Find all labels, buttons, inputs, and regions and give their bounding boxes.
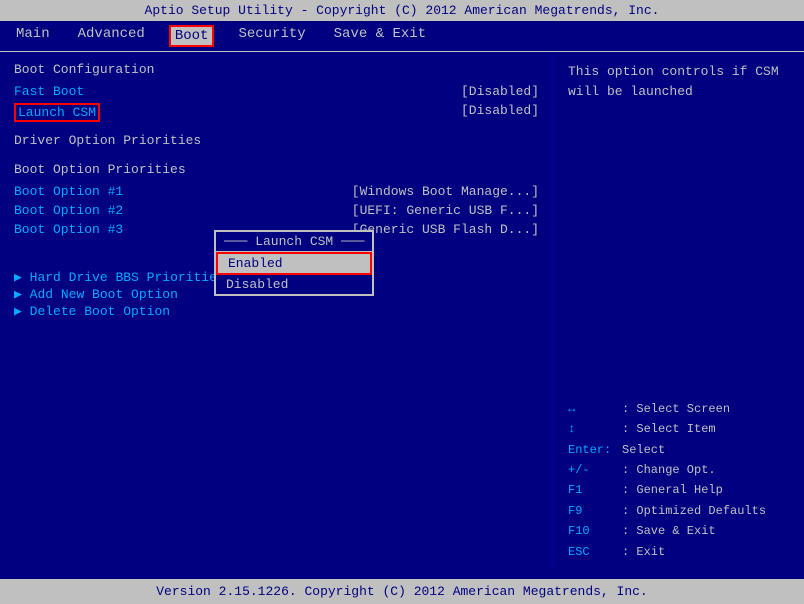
key-desc-change-opt: : Change Opt. xyxy=(622,460,716,480)
key-desc-enter: Select xyxy=(622,440,665,460)
key-f10: F10 : Save & Exit xyxy=(568,521,790,541)
boot-priorities-title: Boot Option Priorities xyxy=(14,162,539,177)
boot-option-1-label: Boot Option #1 xyxy=(14,184,123,199)
key-change-opt: +/- : Change Opt. xyxy=(568,460,790,480)
boot-option-2-row: Boot Option #2 [UEFI: Generic USB F...] xyxy=(14,202,539,219)
menu-item-advanced[interactable]: Advanced xyxy=(74,25,149,47)
boot-option-2-label: Boot Option #2 xyxy=(14,203,123,218)
popup-option-disabled[interactable]: Disabled xyxy=(216,275,372,294)
key-sym-arrows: ↔ xyxy=(568,399,618,419)
key-esc: ESC : Exit xyxy=(568,542,790,562)
key-sym-esc: ESC xyxy=(568,542,618,562)
delete-boot-item[interactable]: Delete Boot Option xyxy=(14,304,539,319)
key-desc-esc: : Exit xyxy=(622,542,665,562)
boot-option-1-row: Boot Option #1 [Windows Boot Manage...] xyxy=(14,183,539,200)
fast-boot-label: Fast Boot xyxy=(14,84,84,99)
key-sym-plusminus: +/- xyxy=(568,460,618,480)
main-content: Boot Configuration Fast Boot [Disabled] … xyxy=(0,52,804,572)
popup-option-enabled[interactable]: Enabled xyxy=(216,252,372,275)
key-f9: F9 : Optimized Defaults xyxy=(568,501,790,521)
key-select-screen: ↔ : Select Screen xyxy=(568,399,790,419)
launch-csm-value: [Disabled] xyxy=(461,103,539,122)
menu-item-main[interactable]: Main xyxy=(12,25,54,47)
boot-option-3-value: [Generic USB Flash D...] xyxy=(352,222,539,237)
title-bar: Aptio Setup Utility - Copyright (C) 2012… xyxy=(0,0,804,21)
key-sym-f9: F9 xyxy=(568,501,618,521)
key-enter: Enter: Select xyxy=(568,440,790,460)
menu-item-save---exit[interactable]: Save & Exit xyxy=(330,25,430,47)
fast-boot-value: [Disabled] xyxy=(461,84,539,99)
boot-option-1-value: [Windows Boot Manage...] xyxy=(352,184,539,199)
boot-option-3-label: Boot Option #3 xyxy=(14,222,123,237)
key-desc-f10: : Save & Exit xyxy=(622,521,716,541)
key-sym-f10: F10 xyxy=(568,521,618,541)
driver-priorities-title: Driver Option Priorities xyxy=(14,133,539,148)
help-text: This option controls if CSM will be laun… xyxy=(568,62,790,101)
key-desc-f1: : General Help xyxy=(622,480,723,500)
key-legend: ↔ : Select Screen ↕ : Select Item Enter:… xyxy=(568,399,790,562)
key-desc-f9: : Optimized Defaults xyxy=(622,501,766,521)
boot-config-title: Boot Configuration xyxy=(14,62,539,77)
left-panel: Boot Configuration Fast Boot [Disabled] … xyxy=(0,52,554,572)
key-desc-select-screen: : Select Screen xyxy=(622,399,730,419)
launch-csm-popup: ─── Launch CSM ─── Enabled Disabled xyxy=(214,230,374,296)
footer-text: Version 2.15.1226. Copyright (C) 2012 Am… xyxy=(156,584,647,599)
title-text: Aptio Setup Utility - Copyright (C) 2012… xyxy=(145,3,660,18)
key-f1: F1 : General Help xyxy=(568,480,790,500)
key-sym-f1: F1 xyxy=(568,480,618,500)
footer: Version 2.15.1226. Copyright (C) 2012 Am… xyxy=(0,579,804,604)
key-desc-select-item: : Select Item xyxy=(622,419,716,439)
menu-bar: Main Advanced Boot Security Save & Exit xyxy=(0,21,804,52)
popup-title: ─── Launch CSM ─── xyxy=(216,232,372,252)
right-panel: This option controls if CSM will be laun… xyxy=(554,52,804,572)
launch-csm-label[interactable]: Launch CSM xyxy=(14,103,100,122)
key-sym-updown: ↕ xyxy=(568,419,618,439)
launch-csm-row[interactable]: Launch CSM [Disabled] xyxy=(14,102,539,123)
menu-item-boot[interactable]: Boot xyxy=(169,25,215,47)
fast-boot-row: Fast Boot [Disabled] xyxy=(14,83,539,100)
key-sym-enter: Enter: xyxy=(568,440,618,460)
boot-option-2-value: [UEFI: Generic USB F...] xyxy=(352,203,539,218)
key-select-item: ↕ : Select Item xyxy=(568,419,790,439)
menu-item-security[interactable]: Security xyxy=(234,25,309,47)
